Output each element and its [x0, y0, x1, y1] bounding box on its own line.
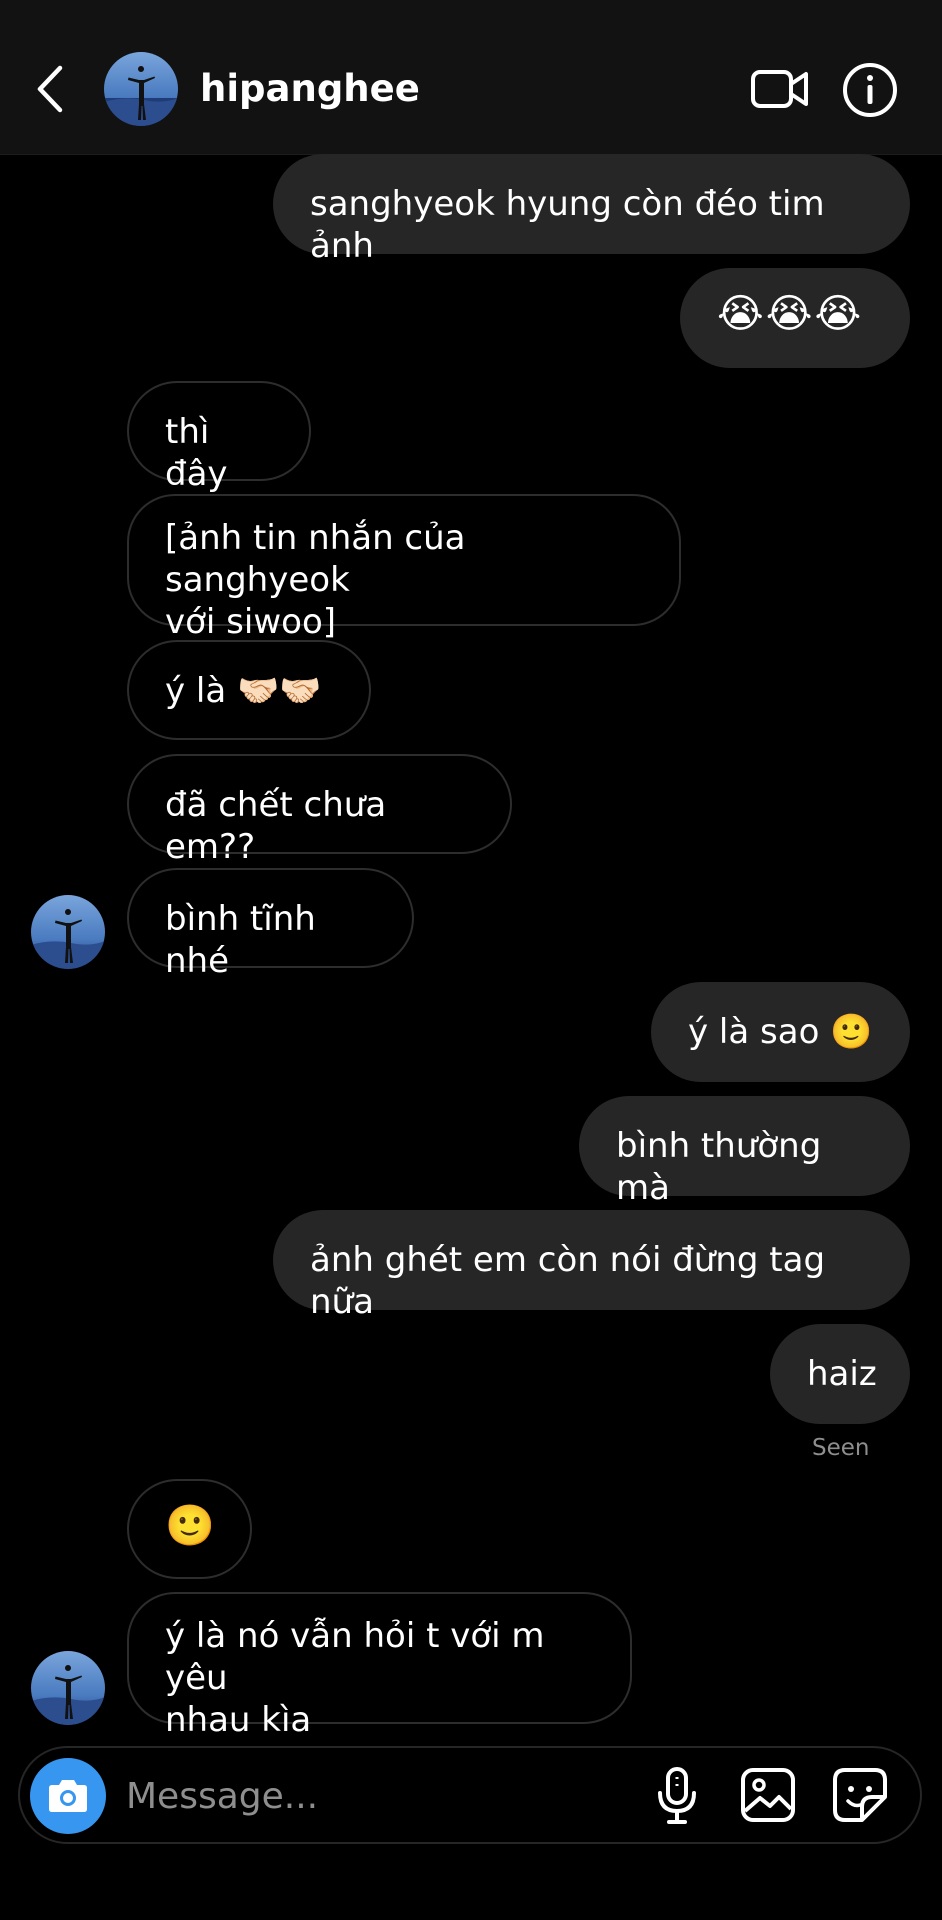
video-call-icon[interactable] [750, 64, 810, 114]
avatar[interactable] [104, 52, 178, 126]
message-bubble-incoming[interactable]: bình tĩnh nhé [127, 868, 414, 981]
message-bubble-outgoing[interactable]: 😭😭😭 [680, 268, 910, 368]
message-bubble-incoming[interactable]: 🙂 [127, 1479, 252, 1579]
camera-icon [49, 1780, 87, 1812]
chat-header: hipanghee [0, 0, 942, 155]
message-bubble-incoming[interactable]: thì đây [127, 381, 311, 494]
message-bubble-incoming[interactable]: ý là nó vẫn hỏi t với m yêu nhau kìa [127, 1592, 632, 1740]
chat-username[interactable]: hipanghee [200, 66, 420, 112]
microphone-icon[interactable] [652, 1765, 702, 1827]
message-bubble-outgoing[interactable]: bình thường mà [579, 1096, 910, 1208]
message-bubble-incoming[interactable]: [ảnh tin nhắn của sanghyeok với siwoo] [127, 494, 681, 642]
message-bubble-outgoing[interactable]: haiz [770, 1324, 910, 1424]
seen-status: Seen [812, 1435, 870, 1461]
message-bubble-outgoing[interactable]: ảnh ghét em còn nói đừng tag nữa [273, 1210, 910, 1322]
message-input[interactable] [124, 1770, 628, 1822]
sticker-icon[interactable] [832, 1767, 888, 1823]
camera-button[interactable] [30, 1758, 106, 1834]
message-bubble-incoming[interactable]: đã chết chưa em?? [127, 754, 512, 867]
info-icon[interactable] [842, 62, 898, 118]
back-chevron-icon[interactable] [30, 62, 70, 116]
avatar[interactable] [31, 1651, 105, 1725]
avatar[interactable] [31, 895, 105, 969]
message-bubble-incoming[interactable]: ý là 🤝🏻🤝🏻 [127, 640, 371, 740]
message-bubble-outgoing[interactable]: sanghyeok hyung còn đéo tim ảnh [273, 154, 910, 266]
gallery-icon[interactable] [740, 1767, 796, 1823]
message-bubble-outgoing[interactable]: ý là sao 🙂 [651, 982, 910, 1082]
